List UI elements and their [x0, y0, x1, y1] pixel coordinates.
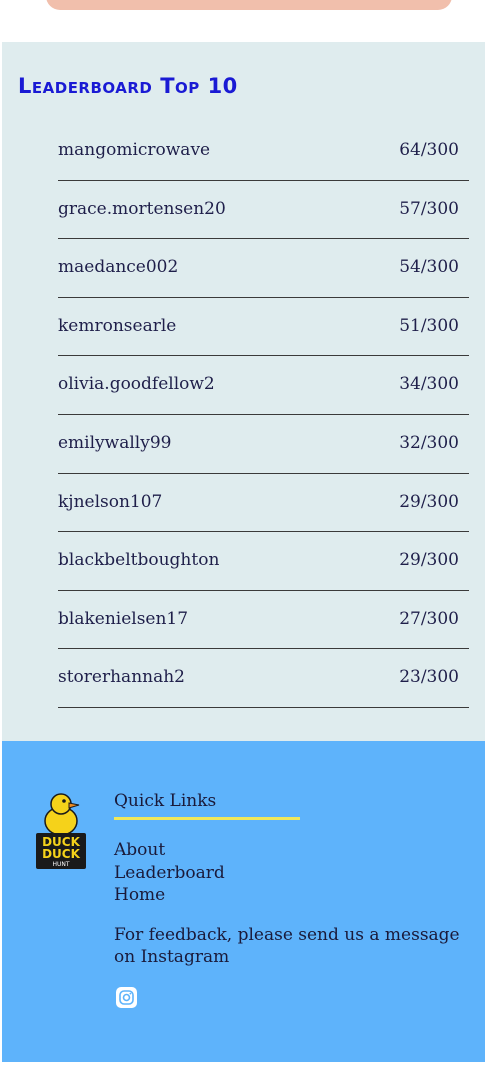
site-footer: DUCK DUCK HUNT Quick Links About Leaderb… [2, 741, 485, 1062]
leaderboard-score: 32/300 [399, 432, 459, 453]
quick-links-nav: About Leaderboard Home [114, 839, 225, 907]
leaderboard-row: blackbeltboughton 29/300 [58, 532, 469, 591]
leaderboard-score: 27/300 [399, 608, 459, 629]
leaderboard-row: grace.mortensen20 57/300 [58, 181, 469, 240]
leaderboard-list: mangomicrowave 64/300 grace.mortensen20 … [58, 122, 469, 708]
feedback-text: For feedback, please send us a message o… [114, 925, 460, 967]
leaderboard-score: 51/300 [399, 315, 459, 336]
leaderboard-score: 57/300 [399, 198, 459, 219]
quick-links-title: Quick Links [114, 791, 217, 811]
leaderboard-row: blakenielsen17 27/300 [58, 591, 469, 650]
page-edge [485, 0, 490, 1066]
logo-line-3: HUNT [52, 861, 69, 868]
leaderboard-username: emilywally99 [58, 432, 172, 453]
leaderboard-score: 29/300 [399, 491, 459, 512]
rubber-duck-icon: DUCK DUCK HUNT [36, 793, 86, 869]
leaderboard-row: olivia.goodfellow2 34/300 [58, 356, 469, 415]
link-home[interactable]: Home [114, 884, 225, 907]
leaderboard-username: storerhannah2 [58, 667, 185, 688]
instagram-icon[interactable] [116, 987, 137, 1008]
leaderboard-title: Leaderboard Top 10 [18, 74, 238, 98]
leaderboard-username: grace.mortensen20 [58, 198, 226, 219]
leaderboard-score: 64/300 [399, 140, 459, 160]
leaderboard-score: 34/300 [399, 374, 459, 395]
leaderboard-score: 23/300 [399, 667, 459, 688]
leaderboard-score: 54/300 [399, 257, 459, 278]
leaderboard-row: emilywally99 32/300 [58, 415, 469, 474]
leaderboard-row: mangomicrowave 64/300 [58, 122, 469, 181]
leaderboard-username: blackbeltboughton [58, 550, 220, 571]
leaderboard-username: maedance002 [58, 257, 179, 278]
leaderboard-username: kemronsearle [58, 315, 177, 336]
link-about[interactable]: About [114, 839, 225, 862]
link-leaderboard[interactable]: Leaderboard [114, 862, 225, 885]
leaderboard-row: storerhannah2 23/300 [58, 649, 469, 708]
top-section [2, 0, 485, 42]
leaderboard-row: maedance002 54/300 [58, 239, 469, 298]
top-action-button[interactable] [46, 0, 452, 10]
leaderboard-username: mangomicrowave [58, 140, 211, 160]
leaderboard-score: 29/300 [399, 550, 459, 571]
logo-line-2: DUCK [42, 847, 81, 861]
leaderboard-row: kemronsearle 51/300 [58, 298, 469, 357]
leaderboard-username: olivia.goodfellow2 [58, 374, 215, 395]
leaderboard-username: kjnelson107 [58, 491, 163, 512]
quick-links-underline [114, 817, 300, 820]
leaderboard-username: blakenielsen17 [58, 608, 189, 629]
leaderboard-section: Leaderboard Top 10 mangomicrowave 64/300… [2, 42, 485, 741]
duck-duck-hunt-logo[interactable]: DUCK DUCK HUNT [34, 791, 88, 869]
leaderboard-row: kjnelson107 29/300 [58, 474, 469, 533]
